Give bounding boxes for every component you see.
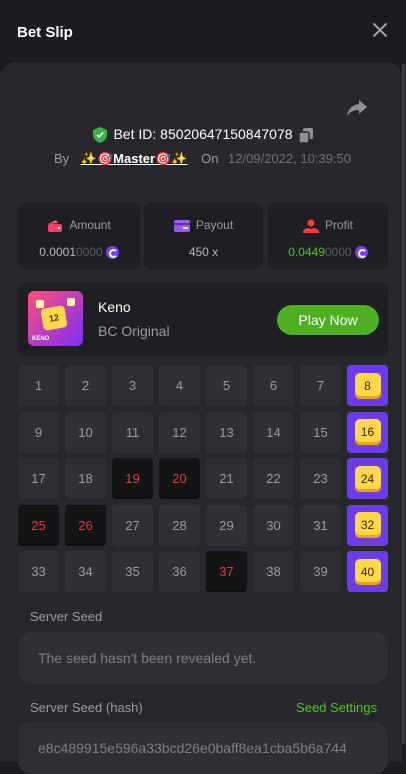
game-name: Keno [98, 299, 131, 315]
server-seed-value: The seed hasn't been revealed yet. [38, 650, 257, 666]
server-seed-field[interactable]: The seed hasn't been revealed yet. [18, 632, 388, 684]
shield-check-icon [93, 127, 108, 144]
profit-value-padding: 0000 [325, 245, 352, 259]
keno-number-cell: 6 [253, 365, 294, 406]
dice-icon: 12 [40, 305, 68, 331]
seed-settings-link[interactable]: Seed Settings [296, 700, 377, 715]
amount-value-padding: 0000 [76, 245, 103, 259]
keno-number-cell: 37 [206, 551, 247, 592]
keno-number-cell: 40 [347, 551, 388, 592]
keno-number-cell: 27 [112, 504, 153, 546]
username-link[interactable]: ✨🎯Master🎯✨ [81, 151, 188, 166]
keno-number-cell: 3 [112, 365, 153, 406]
keno-number-cell: 7 [300, 365, 341, 406]
card-icon [173, 219, 190, 232]
keno-number-cell: 31 [300, 504, 341, 546]
bet-slip-header: Bet Slip [0, 0, 406, 62]
share-icon[interactable] [346, 98, 368, 118]
profit-card: Profit 0.04490000 [268, 203, 388, 269]
keno-number-cell: 8 [347, 365, 388, 406]
payout-label: Payout [195, 218, 234, 232]
amount-label: Amount [69, 218, 111, 232]
keno-number-cell: 21 [206, 458, 247, 499]
keno-number-cell: 26 [65, 504, 106, 546]
keno-number-cell: 12 [159, 411, 200, 453]
keno-hit-tile: 8 [354, 372, 381, 399]
thumbnail-label: KENO [32, 336, 50, 342]
keno-number-cell: 30 [253, 504, 294, 546]
keno-number-cell: 23 [300, 458, 341, 499]
by-label: By [54, 151, 70, 166]
bet-owner-row: By ✨🎯Master🎯✨ On 12/09/2022, 10:39:50 [54, 151, 351, 167]
keno-hit-tile: 32 [354, 512, 381, 538]
game-card: 12 KENO Keno BC Original Play Now [18, 283, 388, 356]
keno-hit-tile: 24 [354, 465, 381, 492]
play-now-button[interactable]: Play Now [277, 305, 379, 335]
keno-number-cell: 5 [206, 365, 247, 406]
bet-datetime: 12/09/2022, 10:39:50 [228, 151, 351, 166]
server-seed-hash-value: e8c489915e596a33bcd26e0baff8ea1cba5b6a74… [38, 740, 347, 756]
payout-value: 450 x [188, 245, 219, 259]
payout-card: Payout 450 x [144, 203, 263, 269]
keno-number-cell: 17 [18, 458, 59, 499]
amount-card: Amount 0.00010000 [18, 203, 140, 269]
close-icon[interactable] [372, 22, 388, 38]
server-seed-hash-field[interactable]: e8c489915e596a33bcd26e0baff8ea1cba5b6a74… [18, 722, 388, 774]
dice-icon [36, 300, 44, 308]
on-label: On [201, 151, 219, 166]
keno-thumbnail[interactable]: 12 KENO [28, 291, 83, 346]
keno-number-cell: 15 [300, 411, 341, 453]
keno-number-cell: 20 [159, 458, 200, 499]
keno-number-cell: 1 [18, 365, 59, 406]
keno-number-cell: 25 [18, 504, 59, 546]
page-title: Bet Slip [17, 24, 73, 41]
coin-icon [354, 246, 368, 260]
game-provider: BC Original [98, 323, 170, 339]
keno-number-cell: 13 [206, 411, 247, 453]
server-seed-label: Server Seed [30, 609, 103, 624]
keno-number-cell: 39 [300, 551, 341, 592]
keno-number-cell: 19 [112, 458, 153, 499]
bet-id-row: Bet ID: 85020647150847078 [0, 126, 406, 144]
keno-number-cell: 2 [65, 365, 106, 406]
keno-number-cell: 33 [18, 551, 59, 592]
profit-icon [302, 219, 319, 233]
dice-icon [67, 298, 75, 306]
keno-number-cell: 28 [159, 504, 200, 546]
wallet-icon [48, 219, 63, 232]
profit-label: Profit [324, 218, 353, 232]
keno-hit-tile: 16 [354, 419, 381, 445]
keno-number-cell: 11 [112, 411, 153, 453]
bet-id: Bet ID: 85020647150847078 [113, 126, 293, 142]
scrollbar[interactable] [402, 64, 405, 744]
keno-number-cell: 36 [159, 551, 200, 592]
keno-number-cell: 9 [18, 411, 59, 453]
keno-hit-tile: 40 [354, 558, 381, 585]
profit-value: 0.0449 [288, 245, 325, 259]
keno-number-cell: 18 [65, 458, 106, 499]
server-seed-hash-label: Server Seed (hash) [30, 700, 143, 715]
keno-number-cell: 16 [347, 411, 388, 453]
keno-number-cell: 34 [65, 551, 106, 592]
keno-number-cell: 29 [206, 504, 247, 546]
coin-icon [105, 246, 119, 260]
copy-icon[interactable] [298, 127, 313, 143]
keno-number-cell: 35 [112, 551, 153, 592]
keno-number-cell: 10 [65, 411, 106, 453]
keno-number-cell: 4 [159, 365, 200, 406]
keno-number-cell: 32 [347, 504, 388, 546]
amount-value: 0.0001 [39, 245, 76, 259]
keno-number-cell: 14 [253, 411, 294, 453]
keno-number-cell: 22 [253, 458, 294, 499]
keno-number-cell: 24 [347, 458, 388, 499]
keno-number-cell: 38 [253, 551, 294, 592]
